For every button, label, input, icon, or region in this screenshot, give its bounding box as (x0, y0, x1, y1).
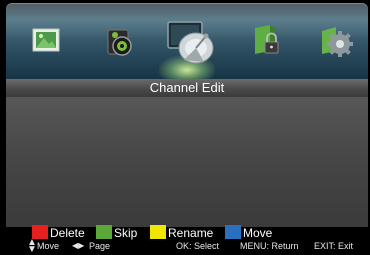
blue-swatch (225, 225, 241, 239)
top-menu-bar (6, 3, 368, 79)
rename-label: Rename (168, 226, 214, 240)
channel-icon[interactable] (162, 14, 218, 70)
picture-icon[interactable] (27, 21, 67, 61)
move-label: Move (243, 226, 273, 240)
help-menu: MENU: Return (240, 241, 299, 251)
lock-icon[interactable] (246, 21, 286, 61)
help-page: Page (89, 241, 111, 251)
delete-label: Delete (50, 226, 85, 240)
sound-icon[interactable] (100, 21, 140, 61)
color-key-legend: Delete Skip Rename Move (6, 225, 368, 240)
up-down-arrows-icon: ▲ ▼ (27, 237, 37, 255)
help-ok: OK: Select (176, 241, 220, 251)
help-bar: ▲ ▼ Move ◀▶ Page OK: Select MENU: Return … (6, 237, 368, 255)
setup-icon[interactable] (316, 21, 356, 61)
skip-label: Skip (114, 226, 138, 240)
help-move: Move (37, 241, 60, 251)
page-title: Channel Edit (6, 79, 368, 97)
yellow-swatch (150, 225, 166, 239)
tv-osd-screen: Channel Edit Delete Skip Rename Move ▲ ▼ … (0, 0, 370, 255)
green-swatch (96, 225, 112, 239)
help-exit: EXIT: Exit (314, 241, 354, 251)
channel-list-panel[interactable] (6, 97, 368, 227)
left-right-arrows-icon: ◀▶ (72, 241, 85, 250)
